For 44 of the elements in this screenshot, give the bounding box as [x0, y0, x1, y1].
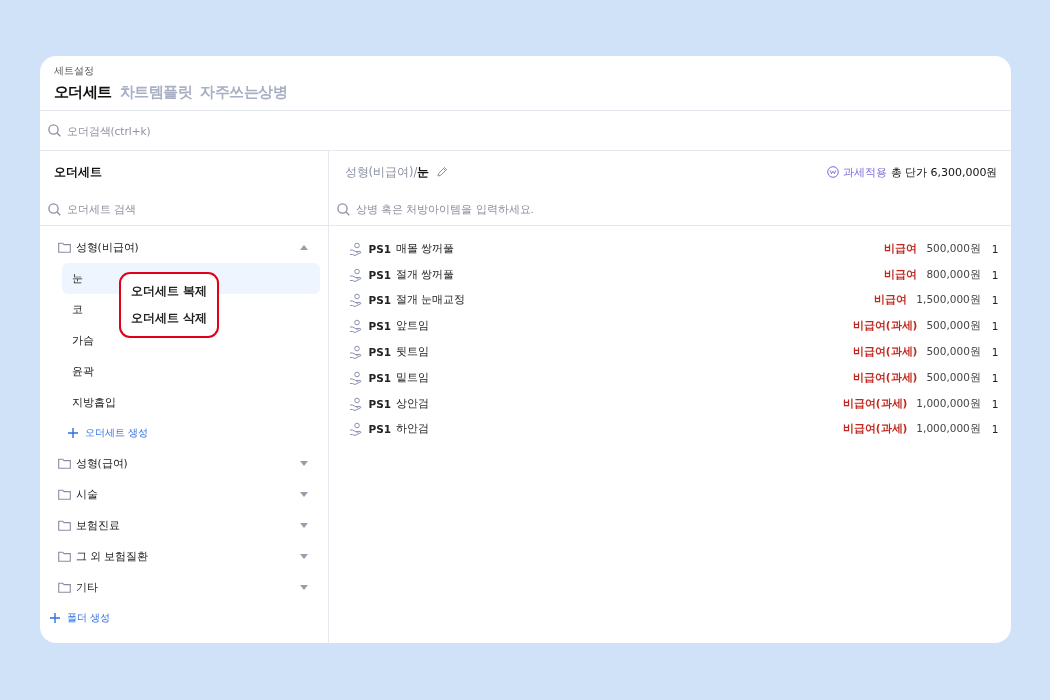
coverage-label: 비급여 [874, 293, 908, 308]
item-quantity: 1 [991, 346, 999, 359]
breadcrumb: 세트설정 [53, 64, 95, 78]
item-quantity: 1 [991, 397, 999, 410]
item-name: 절개 눈매교정 [396, 293, 467, 308]
item-code: PS1 [368, 242, 392, 255]
item-quantity: 1 [991, 268, 999, 281]
item-name: 절개 쌍꺼풀 [396, 267, 456, 282]
item-name: 매몰 쌍꺼풀 [396, 241, 456, 256]
item-price: 500,000원 [926, 319, 981, 334]
item-price: 500,000원 [926, 345, 981, 360]
item-price: 500,000원 [926, 241, 981, 256]
coverage-label: 비급여(과세) [842, 396, 908, 411]
item-quantity: 1 [991, 294, 999, 307]
item-price: 1,500,000원 [916, 293, 981, 308]
item-name: 밑트임 [396, 370, 431, 385]
item-name: 하안검 [396, 422, 431, 437]
total-price: 총 단가 6,300,000원 [890, 164, 998, 180]
item-price: 500,000원 [926, 370, 981, 385]
item-name: 상안검 [396, 396, 431, 411]
order-set-path: 성형(비급여)/눈 [344, 164, 430, 180]
coverage-label: 비급여 [884, 241, 918, 256]
item-price: 1,000,000원 [916, 422, 981, 437]
item-quantity: 1 [991, 320, 999, 333]
item-name: 뒷트임 [396, 345, 431, 360]
item-quantity: 1 [991, 423, 999, 436]
item-price: 1,000,000원 [916, 396, 981, 411]
item-code: PS1 [368, 294, 392, 307]
panel-title: 오더세트 [53, 164, 102, 180]
item-code: PS1 [368, 320, 392, 333]
item-price: 800,000원 [926, 267, 981, 282]
coverage-label: 비급여(과세) [852, 319, 918, 334]
item-code: PS1 [368, 397, 392, 410]
coverage-label: 비급여(과세) [852, 370, 918, 385]
coverage-label: 비급여(과세) [852, 345, 918, 360]
item-quantity: 1 [991, 242, 999, 255]
coverage-label: 비급여(과세) [842, 422, 908, 437]
item-code: PS1 [368, 371, 392, 384]
coverage-label: 비급여 [884, 267, 918, 282]
item-code: PS1 [368, 423, 392, 436]
item-quantity: 1 [991, 371, 999, 384]
item-code: PS1 [368, 268, 392, 281]
item-name: 앞트임 [396, 319, 431, 334]
item-code: PS1 [368, 346, 392, 359]
